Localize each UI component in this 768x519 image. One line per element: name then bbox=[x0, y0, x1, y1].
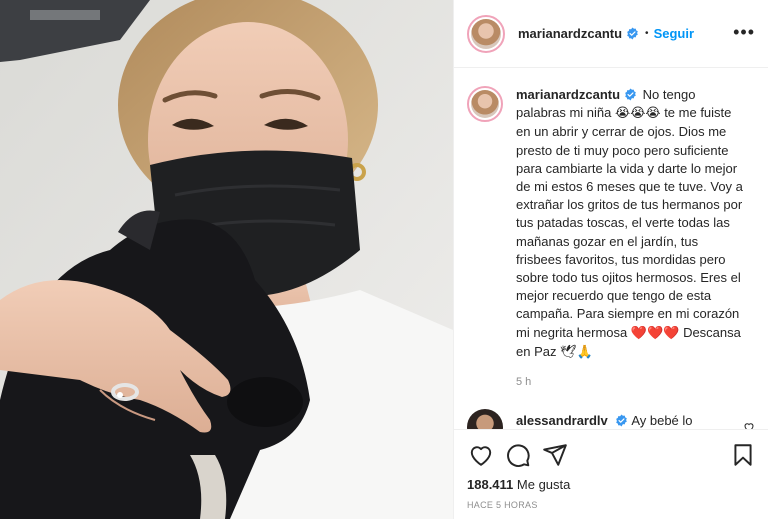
comment-item: alessandrardlv Ay bebé lo bbox=[467, 409, 757, 429]
post-time-ago[interactable]: HACE 5 HORAS bbox=[467, 500, 538, 510]
red-hearts-emoji-icon: ❤️❤️❤️ bbox=[630, 325, 680, 341]
author-avatar[interactable] bbox=[467, 14, 505, 53]
separator-dot: • bbox=[645, 28, 649, 39]
likes-count[interactable]: 188.411 Me gusta bbox=[467, 477, 570, 492]
post-header: marianardzcantu • Seguir ••• bbox=[454, 0, 768, 68]
dove-pray-emoji-icon: 🕊🙏 bbox=[560, 344, 593, 360]
post-caption: marianardzcantu No tengo palabras mi niñ… bbox=[467, 86, 757, 362]
comments-area[interactable]: marianardzcantu No tengo palabras mi niñ… bbox=[454, 69, 768, 429]
crying-emoji-icon: 😭😭😭 bbox=[615, 106, 661, 122]
heart-outline-icon[interactable] bbox=[468, 442, 494, 468]
verified-badge-icon bbox=[616, 414, 628, 427]
comment-like-heart-icon[interactable] bbox=[743, 421, 755, 429]
verified-badge-icon bbox=[627, 27, 638, 40]
photo-illustration bbox=[0, 0, 453, 519]
caption-text-part-2: te me fuiste en un abrir y cerrar de ojo… bbox=[516, 105, 743, 340]
commenter-avatar[interactable] bbox=[467, 409, 503, 429]
comment-text: Ay bebé lo bbox=[631, 413, 693, 428]
speech-bubble-icon[interactable] bbox=[505, 442, 531, 468]
post-actions: 188.411 Me gusta HACE 5 HORAS bbox=[454, 429, 768, 519]
bookmark-icon[interactable] bbox=[730, 442, 756, 468]
post-photo[interactable] bbox=[0, 0, 453, 519]
caption-body: marianardzcantu No tengo palabras mi niñ… bbox=[516, 86, 744, 362]
post-side-panel: marianardzcantu • Seguir ••• marianardzc… bbox=[453, 0, 768, 519]
comment-body: alessandrardlv Ay bebé lo bbox=[516, 412, 693, 429]
follow-button[interactable]: Seguir bbox=[654, 26, 694, 41]
caption-avatar[interactable] bbox=[467, 86, 503, 122]
comment-username[interactable]: alessandrardlv bbox=[516, 413, 608, 428]
author-username[interactable]: marianardzcantu bbox=[518, 26, 622, 41]
likes-number: 188.411 bbox=[467, 477, 514, 492]
instagram-post: marianardzcantu • Seguir ••• marianardzc… bbox=[0, 0, 768, 519]
more-options-icon[interactable]: ••• bbox=[733, 23, 755, 41]
paper-plane-icon[interactable] bbox=[542, 442, 568, 468]
caption-timestamp[interactable]: 5 h bbox=[516, 376, 531, 388]
verified-badge-icon bbox=[625, 88, 636, 101]
caption-username[interactable]: marianardzcantu bbox=[516, 87, 620, 102]
likes-label: Me gusta bbox=[513, 477, 571, 492]
